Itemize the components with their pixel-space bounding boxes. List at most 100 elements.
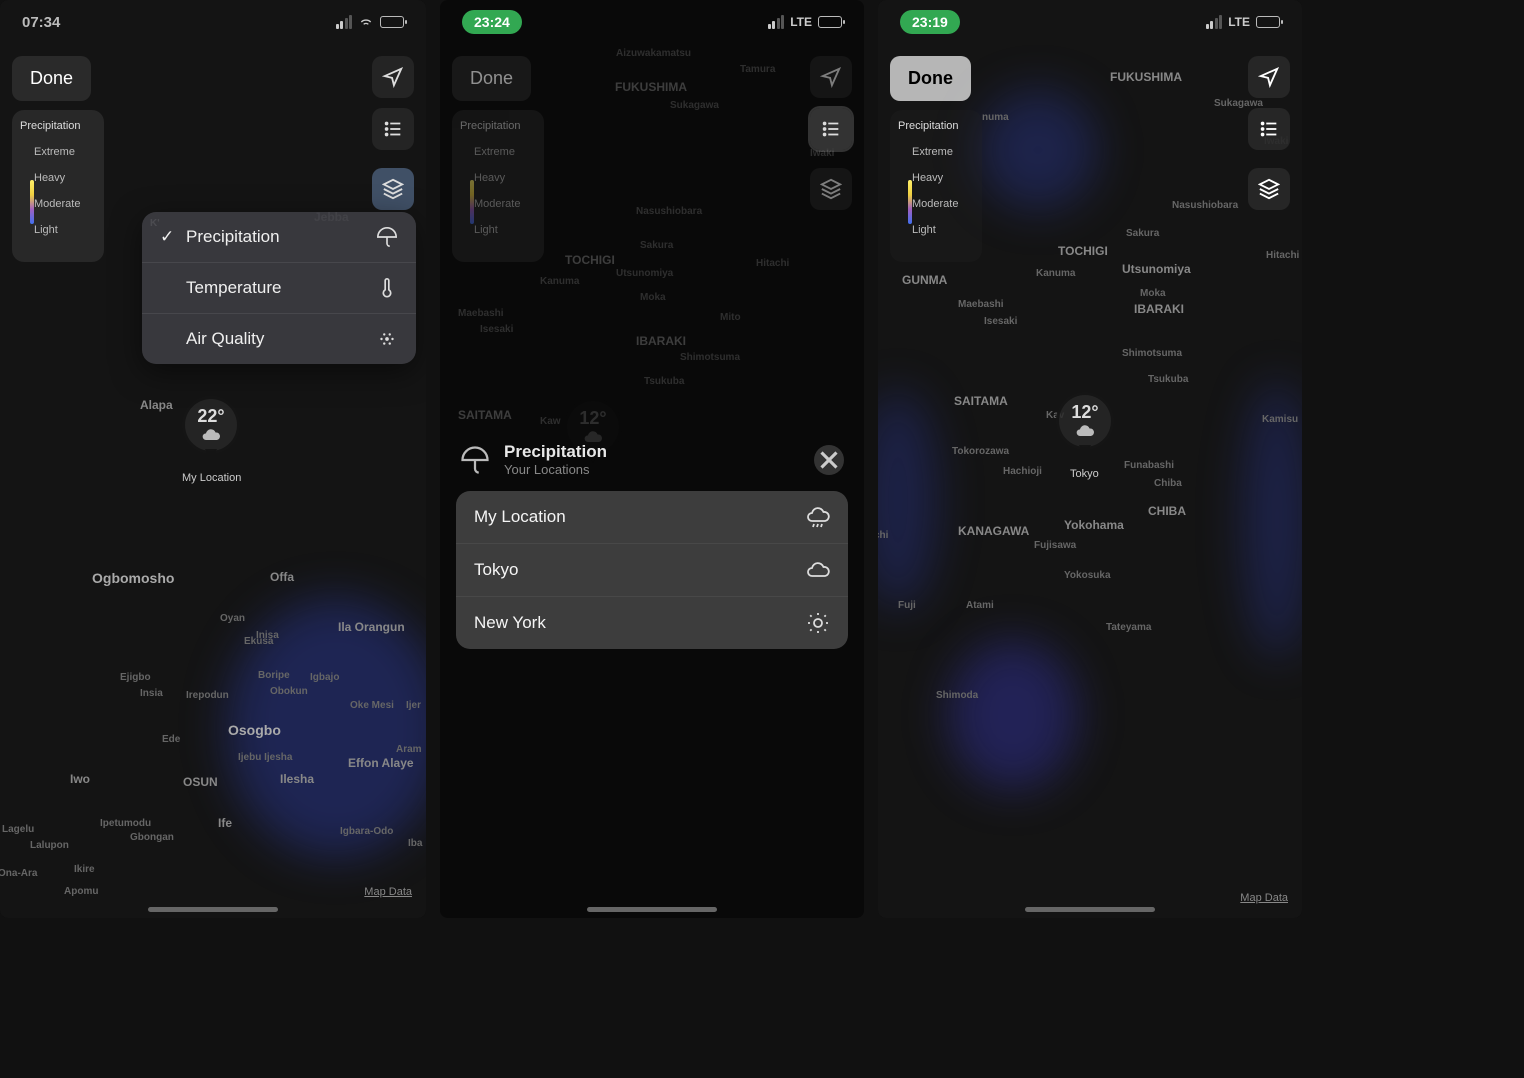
- locate-button[interactable]: [810, 56, 852, 98]
- screenshot-3: FUKUSHIMA Sukagawa Iwaki numa Nasushioba…: [878, 0, 1302, 918]
- map-data-link[interactable]: Map Data: [1240, 892, 1288, 904]
- map-city-label: Tokorozawa: [952, 446, 1009, 457]
- legend-gradient: [908, 180, 912, 224]
- layers-button[interactable]: [1248, 168, 1290, 210]
- location-name: My Location: [474, 507, 566, 527]
- map-data-link[interactable]: Map Data: [364, 886, 412, 898]
- map-city-label: OSUN: [183, 775, 218, 789]
- screenshot-1: Jebba Alapa Ogbomosho Offa Oyan Inisa Ek…: [0, 0, 426, 918]
- map-city-label: Hitachi: [1266, 250, 1299, 261]
- location-arrow-icon: [820, 66, 842, 88]
- map-city-label: Isesaki: [984, 316, 1017, 327]
- legend-gradient: [30, 180, 34, 224]
- map-city-label: Fujisawa: [1034, 540, 1076, 551]
- signal-icon: [1206, 15, 1223, 29]
- close-icon: [814, 445, 844, 475]
- map-city-label: Oke Mesi: [350, 700, 394, 711]
- layer-option-precipitation[interactable]: ✓Precipitation: [142, 212, 416, 263]
- signal-icon: [768, 15, 785, 29]
- map-city-label: Ijebu Ijesha: [238, 752, 292, 763]
- legend-gradient: [470, 180, 474, 224]
- map-city-label: Funabashi: [1124, 460, 1174, 471]
- location-row-tokyo[interactable]: Tokyo: [456, 544, 848, 597]
- map-city-label: Kamisu: [1262, 414, 1298, 425]
- map-city-label: Aram: [396, 744, 422, 755]
- done-button[interactable]: Done: [890, 56, 971, 101]
- battery-icon: [818, 16, 842, 28]
- battery-icon: [1256, 16, 1280, 28]
- map-city-label: Ikire: [74, 864, 95, 875]
- status-time-pill: 23:24: [462, 10, 522, 34]
- locations-list-button[interactable]: [372, 108, 414, 150]
- map-city-label: Offa: [270, 570, 294, 584]
- map-city-label: Tateyama: [1106, 622, 1151, 633]
- map-city-label: Shimotsuma: [1122, 348, 1182, 359]
- legend-title: Precipitation: [460, 120, 536, 132]
- locations-list: My Location Tokyo New York: [456, 491, 848, 649]
- map-city-label: Lagelu: [2, 824, 34, 835]
- legend-label: Extreme: [34, 146, 75, 158]
- location-name: Tokyo: [474, 560, 518, 580]
- weather-pin[interactable]: 12°: [1056, 392, 1114, 450]
- map-city-label: KANAGAWA: [958, 524, 1029, 538]
- list-icon: [1258, 118, 1280, 140]
- done-button[interactable]: Done: [452, 56, 531, 101]
- cloud-icon: [1075, 421, 1095, 441]
- map-city-label: FUKUSHIMA: [1110, 70, 1182, 84]
- legend-title: Precipitation: [20, 120, 96, 132]
- locations-list-button[interactable]: [1248, 108, 1290, 150]
- location-row-my-location[interactable]: My Location: [456, 491, 848, 544]
- layers-button[interactable]: [810, 168, 852, 210]
- map-city-label: Yokosuka: [1064, 570, 1111, 581]
- location-arrow-icon: [382, 66, 404, 88]
- status-time: 07:34: [22, 14, 60, 31]
- signal-icon: [336, 15, 353, 29]
- map-city-label: TOCHIGI: [1058, 244, 1108, 258]
- map-city-label: Ede: [162, 734, 180, 745]
- locate-button[interactable]: [1248, 56, 1290, 98]
- map-city-label: Kanuma: [1036, 268, 1075, 279]
- precipitation-legend: Precipitation Extreme Heavy Moderate Lig…: [12, 110, 104, 262]
- map-city-label: Moka: [1140, 288, 1166, 299]
- rain-icon: [806, 505, 830, 529]
- legend-label: Heavy: [34, 172, 65, 184]
- done-button[interactable]: Done: [12, 56, 91, 101]
- map-city-label: numa: [982, 112, 1009, 123]
- map-city-label: Fuji: [898, 600, 916, 611]
- map-city-label: Alapa: [140, 398, 173, 412]
- sheet-header: Precipitation Your Locations: [456, 436, 848, 491]
- map-city-label: Iba: [408, 838, 422, 849]
- map-city-label: Iwo: [70, 772, 90, 786]
- map-city-label: Ijer: [406, 700, 421, 711]
- map-city-label: Ila Orangun: [338, 620, 405, 634]
- map-city-label: Tsukuba: [1148, 374, 1188, 385]
- close-button[interactable]: [814, 445, 844, 475]
- map-city-label: Igbara-Odo: [340, 826, 393, 837]
- sheet-subtitle: Your Locations: [504, 462, 607, 477]
- list-icon: [820, 118, 842, 140]
- weather-pin[interactable]: 22°: [182, 396, 240, 454]
- legend-label: Light: [912, 224, 936, 236]
- map-city-label: chi: [878, 530, 888, 541]
- home-indicator: [1025, 907, 1155, 912]
- map-city-label: Sakura: [1126, 228, 1159, 239]
- particles-icon: [376, 328, 398, 350]
- layer-option-air-quality[interactable]: Air Quality: [142, 314, 416, 364]
- screenshot-2: Aizuwakamatsu Tamura Sukagawa FUKUSHIMA …: [440, 0, 864, 918]
- map-city-label: Ipetumodu: [100, 818, 151, 829]
- map-city-label: Ekusa: [244, 636, 273, 647]
- map-city-label: Osogbo: [228, 722, 281, 738]
- map-city-label: Gbongan: [130, 832, 174, 843]
- layer-option-temperature[interactable]: Temperature: [142, 263, 416, 314]
- layers-button[interactable]: [372, 168, 414, 210]
- locations-list-button[interactable]: [810, 108, 852, 150]
- status-icons: LTE: [768, 15, 842, 29]
- location-row-new-york[interactable]: New York: [456, 597, 848, 649]
- map-city-label: Igbajo: [310, 672, 339, 683]
- home-indicator: [587, 907, 717, 912]
- locate-button[interactable]: [372, 56, 414, 98]
- layers-icon: [382, 178, 404, 200]
- map-city-label: IBARAKI: [1134, 302, 1184, 316]
- wifi-icon: [358, 14, 374, 30]
- locations-sheet: Precipitation Your Locations My Location…: [456, 436, 848, 649]
